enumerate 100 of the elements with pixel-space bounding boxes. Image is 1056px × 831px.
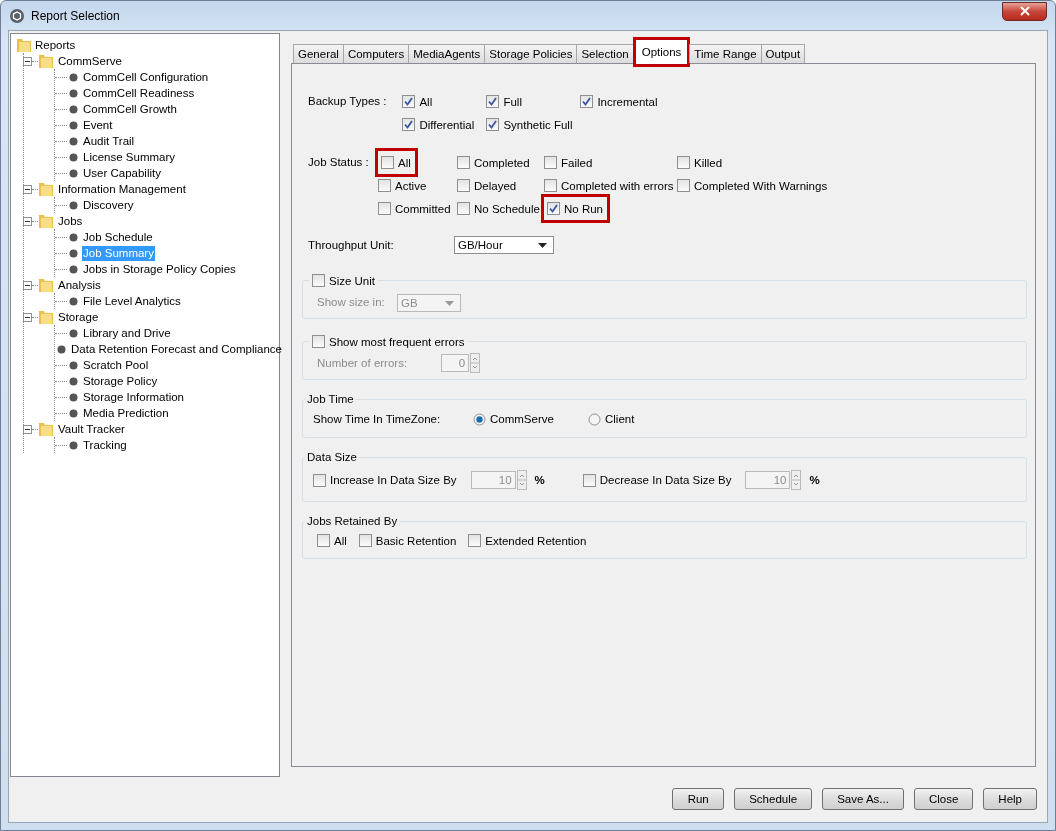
- checkbox[interactable]: All: [375, 148, 418, 177]
- checkbox[interactable]: No Schedule: [457, 197, 540, 220]
- tree-item[interactable]: Reports: [34, 37, 77, 53]
- group-title: Data Size: [306, 450, 358, 465]
- tab[interactable]: Options: [632, 37, 691, 67]
- tree-item[interactable]: License Summary: [82, 149, 177, 165]
- tree-item[interactable]: Data Retention Forecast and Compliance: [70, 341, 283, 357]
- dialog-button[interactable]: Schedule: [734, 788, 813, 810]
- tree-item[interactable]: Scratch Pool: [82, 357, 150, 373]
- tab[interactable]: Selection: [576, 44, 634, 63]
- close-button[interactable]: [1002, 1, 1047, 21]
- field-label: Backup Types :: [308, 94, 387, 109]
- check-icon: [487, 96, 499, 107]
- collapse-icon[interactable]: [23, 56, 32, 66]
- radio-button[interactable]: Client: [588, 412, 703, 426]
- checkbox[interactable]: Incremental: [580, 90, 658, 113]
- dialog-button[interactable]: Save As...: [822, 788, 904, 810]
- check-icon: [487, 119, 499, 130]
- tree-item[interactable]: Storage Information: [82, 389, 185, 405]
- collapse-icon[interactable]: [23, 280, 32, 290]
- checkbox[interactable]: Committed: [378, 197, 451, 220]
- caret-icon: [538, 242, 547, 248]
- dialog-button[interactable]: Run: [672, 788, 725, 810]
- bullet-icon: [69, 200, 78, 210]
- dialog-button[interactable]: Close: [913, 788, 974, 810]
- tab[interactable]: MediaAgents: [408, 44, 486, 63]
- field-label: Show size in:: [317, 296, 386, 308]
- collapse-icon[interactable]: [23, 312, 32, 322]
- bullet-icon: [69, 168, 78, 178]
- dialog-button[interactable]: Help: [983, 788, 1037, 810]
- folder-icon: [38, 277, 54, 293]
- folder-icon: [38, 53, 54, 69]
- tab[interactable]: Output: [760, 44, 806, 63]
- tree-item[interactable]: Event: [82, 117, 114, 133]
- checkbox[interactable]: Synthetic Full: [486, 113, 573, 136]
- checkbox[interactable]: Delayed: [457, 174, 517, 197]
- bullet-icon: [69, 120, 78, 130]
- checkbox[interactable]: All: [317, 529, 347, 552]
- tree-item[interactable]: Analysis: [57, 277, 102, 293]
- checkbox[interactable]: Full: [486, 90, 522, 113]
- tree-item[interactable]: Information Management: [57, 181, 187, 197]
- tree-item[interactable]: Vault Tracker: [57, 421, 126, 437]
- tab[interactable]: General: [293, 44, 344, 63]
- radio-circle-icon: [473, 412, 486, 426]
- tree-item[interactable]: Job Schedule: [82, 229, 154, 245]
- folder-icon: [16, 37, 32, 53]
- collapse-icon[interactable]: [23, 424, 32, 434]
- tree-item[interactable]: Discovery: [82, 197, 135, 213]
- radio-button[interactable]: CommServe: [473, 412, 588, 426]
- checkbox[interactable]: Failed: [544, 151, 593, 174]
- tree-item[interactable]: CommServe: [57, 53, 123, 69]
- checkbox[interactable]: Extended Retention: [468, 529, 587, 552]
- bullet-icon: [57, 344, 66, 354]
- dropdown[interactable]: GB/Hour: [454, 236, 554, 254]
- tree-item[interactable]: File Level Analytics: [82, 293, 182, 309]
- tree-item[interactable]: User Capability: [82, 165, 162, 181]
- unit-label: %: [534, 474, 545, 486]
- checkbox[interactable]: Killed: [677, 151, 723, 174]
- checkbox[interactable]: Completed with errors: [544, 174, 674, 197]
- tree-item[interactable]: CommCell Growth: [82, 101, 178, 117]
- group-title: Jobs Retained By: [306, 514, 399, 529]
- bullet-icon: [69, 152, 78, 162]
- collapse-icon[interactable]: [23, 216, 32, 226]
- checkbox[interactable]: All: [402, 90, 433, 113]
- window-title: Report Selection: [31, 8, 120, 23]
- checkbox[interactable]: Differential: [402, 113, 475, 136]
- tree-item[interactable]: Jobs: [57, 213, 84, 229]
- tree-item[interactable]: Jobs in Storage Policy Copies: [82, 261, 237, 277]
- tree-item[interactable]: Media Prediction: [82, 405, 170, 421]
- bullet-icon: [69, 392, 78, 402]
- check-icon: [548, 203, 559, 214]
- checkbox[interactable]: Active: [378, 174, 427, 197]
- checkbox[interactable]: No Run: [541, 194, 610, 223]
- bullet-icon: [69, 88, 78, 98]
- folder-icon: [38, 213, 54, 229]
- tab[interactable]: Computers: [342, 44, 410, 63]
- tree-item[interactable]: Audit Trail: [82, 133, 136, 149]
- tab[interactable]: Storage Policies: [484, 44, 578, 63]
- tree-item[interactable]: Library and Drive: [82, 325, 172, 341]
- app-icon: [9, 7, 25, 24]
- bullet-icon: [69, 72, 78, 82]
- check-icon: [403, 96, 415, 107]
- bullet-icon: [69, 328, 78, 338]
- tree-item[interactable]: Tracking: [82, 437, 128, 453]
- field-label: Job Status :: [308, 155, 370, 170]
- bullet-icon: [69, 264, 78, 274]
- tree-item[interactable]: Storage Policy: [82, 373, 159, 389]
- radio-circle-icon: [588, 412, 601, 426]
- checkbox[interactable]: Basic Retention: [358, 529, 457, 552]
- tree-item[interactable]: CommCell Configuration: [82, 69, 210, 85]
- checkbox[interactable]: Completed: [457, 151, 530, 174]
- tree-item[interactable]: CommCell Readiness: [82, 85, 196, 101]
- collapse-icon[interactable]: [23, 184, 32, 194]
- tab[interactable]: Time Range: [689, 44, 762, 63]
- unit-label: %: [809, 474, 820, 486]
- bullet-icon: [69, 104, 78, 114]
- field-label: Number of errors:: [317, 357, 408, 369]
- checkbox[interactable]: Completed With Warnings: [677, 174, 828, 197]
- tree-item[interactable]: Storage: [57, 309, 100, 325]
- bullet-icon: [69, 248, 78, 258]
